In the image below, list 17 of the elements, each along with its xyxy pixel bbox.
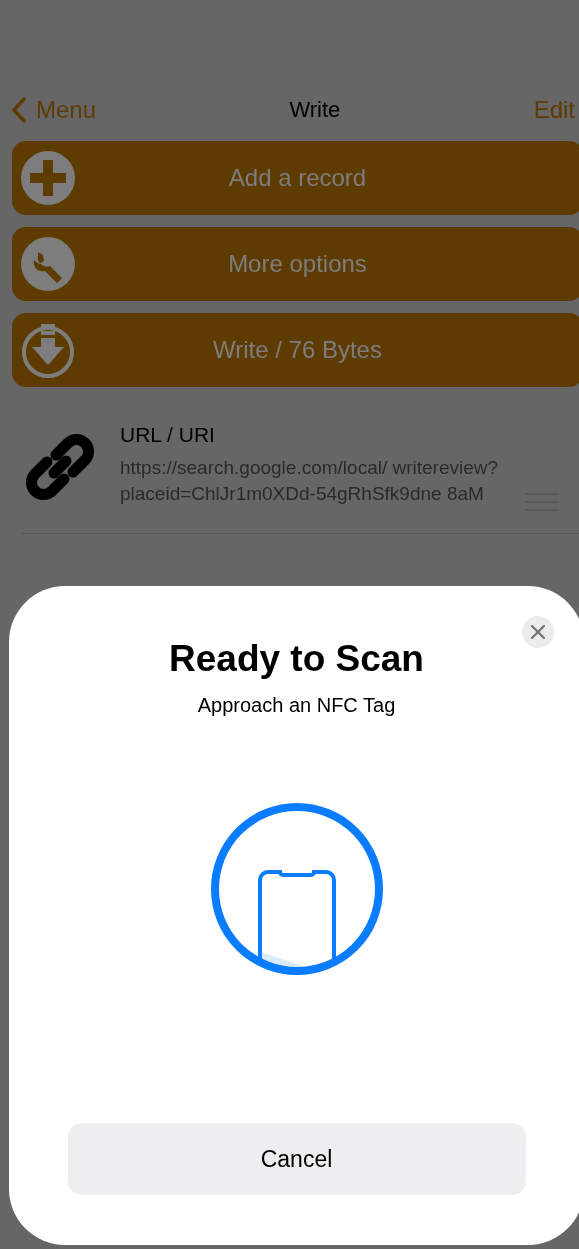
record-type: URL / URI xyxy=(120,423,216,447)
sheet-title: Ready to Scan xyxy=(169,638,424,680)
plus-icon xyxy=(20,150,76,206)
back-button[interactable]: Menu xyxy=(12,96,97,124)
sheet-subtitle: Approach an NFC Tag xyxy=(197,694,396,717)
download-icon xyxy=(20,322,76,378)
nav-title: Write xyxy=(289,97,341,123)
cancel-button[interactable]: Cancel xyxy=(67,1123,526,1195)
edit-button[interactable]: Edit xyxy=(533,96,575,124)
action-button[interactable]: Add a record xyxy=(12,141,579,215)
record-url: https://search.google.com/local/ writereview? placeid=ChlJr1m0XDd-54gRhSfk9dne 8aM xyxy=(120,456,500,506)
action-button[interactable]: More options xyxy=(12,227,579,301)
wrench-icon xyxy=(20,236,76,292)
close-icon xyxy=(531,625,545,639)
chevron-left-icon xyxy=(12,97,26,123)
close-button[interactable] xyxy=(522,616,554,648)
action-button[interactable]: Write / 76 Bytes xyxy=(12,313,579,387)
